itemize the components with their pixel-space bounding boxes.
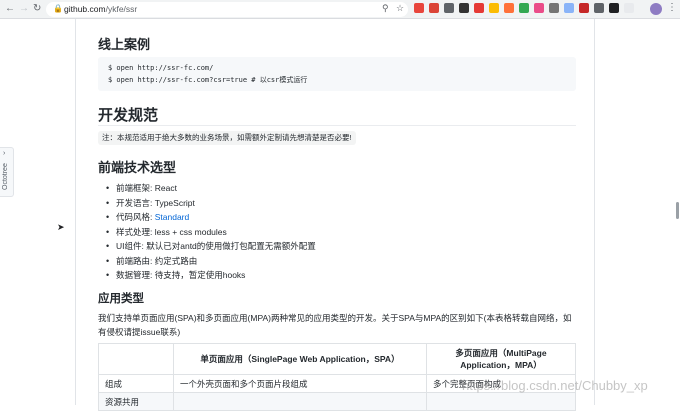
item-label: 数据管理: [116,270,155,280]
spec-note: 注：本规范适用于绝大多数的业务场景，如需额外定制请先想清楚是否必要! [98,131,356,145]
table-cell: 资源共用 [98,392,174,411]
app-type-paragraph: 我们支持单页面应用(SPA)和多页面应用(MPA)两种常见的应用类型的开发。关于… [98,313,572,337]
url-text[interactable]: github.com/ykfe/ssr [64,4,137,14]
list-item: 样式处理: less + css modules [106,225,316,240]
extension-icon[interactable] [414,3,424,13]
url-path: /ykfe/ssr [105,4,138,14]
extension-icon[interactable] [534,3,544,13]
octotree-label: Octotree [2,163,9,190]
chevron-right-icon: › [3,150,6,157]
item-value: React [154,183,177,193]
item-label: UI组件: [116,241,147,251]
bookmark-star-icon[interactable]: ☆ [396,3,404,14]
extension-icon[interactable] [519,3,529,13]
table-cell [426,392,576,411]
search-icon[interactable]: ⚲ [382,3,389,14]
item-label: 开发语言: [116,197,155,208]
reload-icon[interactable]: ↻ [33,3,41,15]
table-row: 资源共用 [98,392,576,411]
browser-toolbar: ← → ↻ 🔒 github.com/ykfe/ssr ⚲ ☆ ⋮ [0,0,680,19]
extension-icon[interactable] [564,3,574,13]
extension-icon[interactable] [489,3,499,13]
item-value: 约定式路由 [154,255,198,266]
frontend-stack-list: 前端框架: React 开发语言: TypeScript 代码风格: Stand… [106,181,316,283]
table-cell: 组成 [98,374,174,393]
list-item: 代码风格: Standard [106,210,316,225]
item-label: 前端路由: [116,255,155,266]
mouse-cursor-icon: ➤ [57,222,65,232]
list-item: UI组件: 默认已对antd的使用做打包配置无需额外配置 [106,239,316,254]
item-label: 样式处理: [116,226,155,237]
extension-icon[interactable] [549,3,559,13]
item-value: 待支持，暂定使用hooks [154,270,246,280]
table-cell: 多个完整页面构成 [426,374,576,393]
code-line: $ open http://ssr-fc.com/ [108,64,214,72]
list-item: 数据管理: 待支持，暂定使用hooks [106,268,316,283]
extension-icon[interactable] [624,3,634,13]
extension-icon[interactable] [579,3,589,13]
table-header-cell: 单页面应用（SinglePage Web Application，SPA） [173,343,427,375]
table-cell: 一个外壳页面和多个页面片段组成 [173,374,427,393]
code-line: $ open http://ssr-fc.com?csr=true # 以csr… [108,76,308,84]
table-row: 组成 一个外壳页面和多个页面片段组成 多个完整页面构成 [98,374,576,393]
list-item: 前端路由: 约定式路由 [106,254,316,269]
heading-frontend-stack: 前端技术选型 [98,160,177,175]
table-header-cell [98,343,174,375]
code-block: $ open http://ssr-fc.com/ $ open http://… [98,57,576,91]
list-item: 前端框架: React [106,181,316,196]
extension-icon[interactable] [429,3,439,13]
extension-icon[interactable] [504,3,514,13]
url-host: github.com [64,4,106,14]
table-header-row: 单页面应用（SinglePage Web Application，SPA） 多页… [98,343,576,375]
back-arrow-icon[interactable]: ← [5,3,15,15]
item-value: TypeScript [154,197,195,208]
extension-icon[interactable] [609,3,619,13]
item-label: 前端框架: [116,183,155,193]
heading-app-type: 应用类型 [98,293,144,305]
heading-divider [98,125,576,126]
list-item: 开发语言: TypeScript [106,196,316,211]
forward-arrow-icon[interactable]: → [19,3,29,15]
extension-icon[interactable] [459,3,469,13]
address-bar[interactable]: 🔒 github.com/ykfe/ssr ⚲ ☆ [46,2,408,17]
lock-icon: 🔒 [53,4,63,13]
item-value: 默认已对antd的使用做打包配置无需额外配置 [146,241,316,251]
extension-icons [414,3,634,15]
heading-online-demo: 线上案例 [98,37,151,52]
table-header-cell: 多页面应用（MultiPage Application，MPA） [426,343,576,375]
spa-mpa-table: 单页面应用（SinglePage Web Application，SPA） 多页… [98,343,576,411]
menu-dots-icon[interactable]: ⋮ [667,2,677,13]
octotree-toggle[interactable]: › Octotree [0,147,14,197]
extension-icon[interactable] [474,3,484,13]
heading-dev-spec: 开发规范 [98,107,159,124]
extension-icon[interactable] [444,3,454,13]
standard-link[interactable]: Standard [155,212,190,222]
table-cell [173,392,427,411]
item-value: less + css modules [154,226,227,237]
extension-icon[interactable] [594,3,604,13]
item-label: 代码风格: [116,212,155,222]
scrollbar-thumb[interactable] [676,202,679,219]
profile-avatar-icon[interactable] [650,3,662,15]
